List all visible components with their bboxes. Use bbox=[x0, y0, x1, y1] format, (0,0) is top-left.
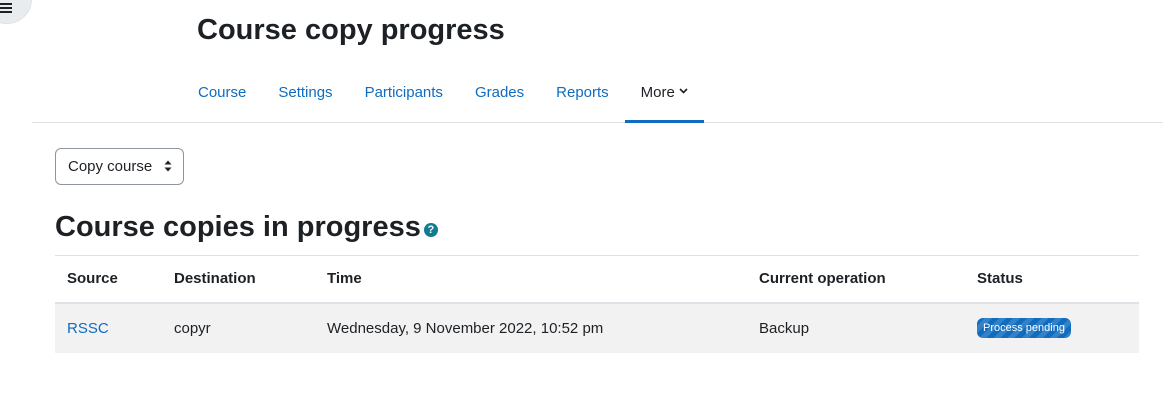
cell-time: Wednesday, 9 November 2022, 10:52 pm bbox=[315, 302, 747, 353]
nav-item-label: More bbox=[640, 84, 675, 101]
copy-course-select[interactable]: Copy course bbox=[55, 148, 184, 185]
nav-item-settings[interactable]: Settings bbox=[262, 62, 348, 123]
help-icon[interactable]: ? bbox=[423, 222, 438, 237]
nav-item-label: Course bbox=[198, 84, 247, 101]
nav-item-course[interactable]: Course bbox=[182, 62, 262, 123]
drawer-toggle-button[interactable] bbox=[0, 0, 32, 24]
secondary-navigation: Course Settings Participants Grades Repo… bbox=[32, 62, 1163, 123]
status-badge: Process pending bbox=[977, 318, 1071, 338]
nav-item-label: Grades bbox=[474, 84, 525, 101]
cell-source: RSSC bbox=[55, 302, 162, 353]
page-title: Course copy progress bbox=[197, 14, 505, 46]
nav-item-reports[interactable]: Reports bbox=[540, 62, 625, 123]
section-title-text: Course copies in progress bbox=[55, 211, 421, 243]
table-header-row: Source Destination Time Current operatio… bbox=[55, 255, 1139, 304]
section-title: Course copies in progress ? bbox=[55, 211, 438, 244]
chevron-down-icon bbox=[679, 86, 688, 97]
table-row: RSSC copyr Wednesday, 9 November 2022, 1… bbox=[55, 302, 1139, 353]
cell-destination: copyr bbox=[162, 302, 315, 353]
select-arrows-icon bbox=[164, 159, 172, 173]
column-header-destination: Destination bbox=[162, 255, 315, 304]
nav-item-label: Settings bbox=[278, 84, 333, 101]
menu-icon bbox=[0, 3, 12, 15]
select-value: Copy course bbox=[68, 158, 153, 175]
nav-item-label: Participants bbox=[364, 84, 443, 101]
nav-item-participants[interactable]: Participants bbox=[349, 62, 459, 123]
cell-operation: Backup bbox=[747, 302, 965, 353]
source-course-link[interactable]: RSSC bbox=[67, 320, 109, 337]
cell-status: Process pending bbox=[965, 302, 1139, 353]
column-header-operation: Current operation bbox=[747, 255, 965, 304]
column-header-status: Status bbox=[965, 255, 1139, 304]
column-header-time: Time bbox=[315, 255, 747, 304]
nav-item-more[interactable]: More bbox=[624, 62, 704, 123]
course-copies-table: Source Destination Time Current operatio… bbox=[55, 255, 1139, 353]
nav-item-grades[interactable]: Grades bbox=[459, 62, 540, 123]
column-header-source: Source bbox=[55, 255, 162, 304]
nav-item-label: Reports bbox=[556, 84, 609, 101]
